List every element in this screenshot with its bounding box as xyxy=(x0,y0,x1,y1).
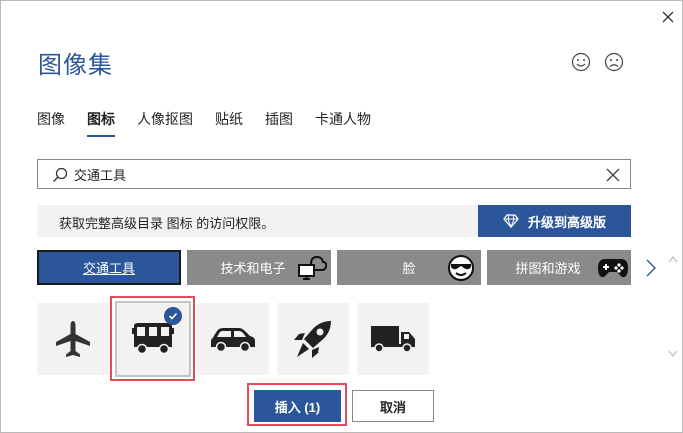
tab-illustrations[interactable]: 插图 xyxy=(265,109,293,137)
truck-icon xyxy=(371,326,415,353)
chevron-right-icon[interactable] xyxy=(643,257,659,279)
scroll-up-icon[interactable] xyxy=(667,254,679,264)
smile-icon xyxy=(571,52,591,72)
category-label: 脸 xyxy=(402,261,416,276)
icon-tile-car[interactable] xyxy=(197,303,269,375)
upgrade-message: 获取完整高级目录 图标 的访问权限。 xyxy=(59,216,275,231)
frown-feedback-button[interactable] xyxy=(604,52,626,74)
scroll-down-icon[interactable] xyxy=(667,349,679,359)
insert-button[interactable]: 插入 (1) xyxy=(254,390,341,422)
image-collection-dialog: 图像集 图像 图标 人像抠图 贴纸 插图 卡通人物 获取完整高级目 xyxy=(0,0,683,433)
search-box xyxy=(37,159,631,189)
category-faces[interactable]: 脸 xyxy=(337,250,481,285)
category-label: 交通工具 xyxy=(82,261,135,276)
upgrade-button[interactable]: 升级到高级版 xyxy=(478,205,631,237)
search-icon xyxy=(53,167,68,182)
cancel-button[interactable]: 取消 xyxy=(352,390,434,422)
category-tech[interactable]: 技术和电子 xyxy=(187,250,331,285)
upgrade-button-label: 升级到高级版 xyxy=(527,214,606,230)
dialog-title: 图像集 xyxy=(38,52,113,79)
smile-feedback-button[interactable] xyxy=(571,52,593,74)
tab-icons[interactable]: 图标 xyxy=(87,109,115,137)
clear-icon[interactable] xyxy=(604,166,622,184)
close-icon xyxy=(662,11,674,23)
selected-check-icon xyxy=(164,307,182,325)
category-label: 拼图和游戏 xyxy=(515,261,581,276)
frown-icon xyxy=(604,52,624,72)
category-label: 技术和电子 xyxy=(220,261,286,276)
cloud-monitor-icon xyxy=(298,255,327,280)
tab-cartoon-people[interactable]: 卡通人物 xyxy=(315,109,371,137)
icon-tile-rocket[interactable] xyxy=(277,303,349,375)
upgrade-banner: 获取完整高级目录 图标 的访问权限。 升级到高级版 xyxy=(37,205,631,237)
bus-icon xyxy=(132,323,174,355)
gamepad-icon xyxy=(598,259,628,278)
tab-stickers[interactable]: 贴纸 xyxy=(215,109,243,137)
category-games[interactable]: 拼图和游戏 xyxy=(487,250,631,285)
diamond-icon xyxy=(503,214,519,228)
airplane-icon xyxy=(56,321,90,357)
tab-images[interactable]: 图像 xyxy=(37,109,65,137)
car-icon xyxy=(211,328,255,353)
icon-tile-airplane[interactable] xyxy=(37,303,109,375)
search-input[interactable] xyxy=(74,162,594,186)
rocket-icon xyxy=(294,321,331,358)
icon-tile-truck[interactable] xyxy=(357,303,429,375)
tab-bar: 图像 图标 人像抠图 贴纸 插图 卡通人物 xyxy=(37,109,393,139)
tab-cutout-people[interactable]: 人像抠图 xyxy=(137,109,193,137)
sunglasses-face-icon xyxy=(448,255,474,281)
category-transport[interactable]: 交通工具 xyxy=(37,250,181,285)
close-button[interactable] xyxy=(656,5,680,29)
